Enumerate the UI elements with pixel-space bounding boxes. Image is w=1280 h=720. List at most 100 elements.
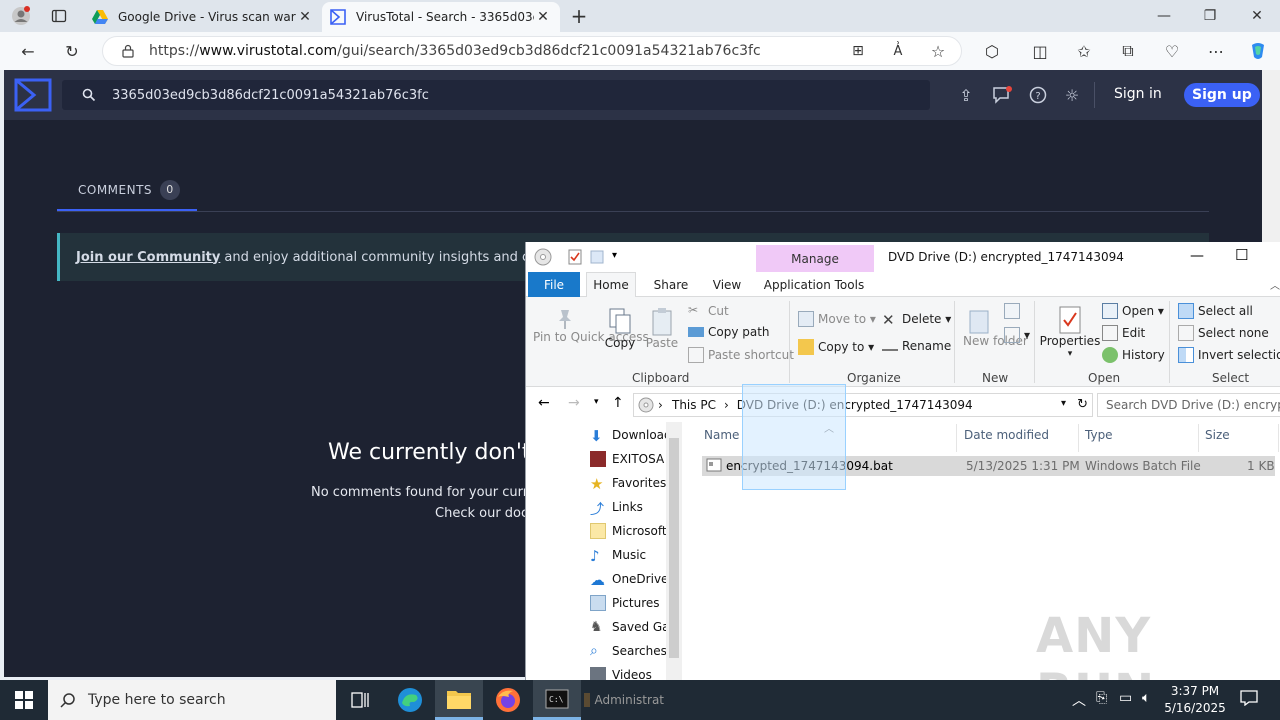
- back-icon[interactable]: ←: [538, 395, 550, 411]
- tab-home[interactable]: Home: [586, 272, 636, 297]
- copy-button[interactable]: Copy: [602, 307, 638, 350]
- apps-icon[interactable]: ⊞: [844, 38, 872, 64]
- refresh-icon[interactable]: ↻: [1077, 397, 1088, 412]
- select-none-button[interactable]: Select none: [1178, 325, 1269, 341]
- sign-up-button[interactable]: Sign up: [1184, 83, 1260, 107]
- explorer-address-bar[interactable]: › This PC › DVD Drive (D:) encrypted_174…: [633, 393, 1093, 417]
- paste-shortcut-button[interactable]: Paste shortcut: [688, 347, 794, 363]
- network-icon[interactable]: ▭: [1119, 690, 1132, 706]
- extensions-icon[interactable]: ⬡: [978, 38, 1006, 64]
- column-divider[interactable]: [1198, 424, 1199, 452]
- taskbar-cmd[interactable]: C:\: [533, 680, 581, 720]
- favorite-star-icon[interactable]: ☆: [924, 38, 952, 64]
- close-window-icon[interactable]: ✕: [1234, 0, 1280, 32]
- properties-quick-icon[interactable]: [568, 249, 582, 265]
- nav-label: Links: [612, 500, 643, 514]
- copilot-icon[interactable]: [1244, 38, 1272, 64]
- taskbar-search-input[interactable]: Type here to search: [48, 680, 336, 720]
- move-to-button[interactable]: Move to ▾: [798, 311, 876, 327]
- breadcrumb-this-pc[interactable]: This PC: [672, 398, 716, 412]
- tab-share[interactable]: Share: [646, 272, 696, 297]
- vt-search-input[interactable]: 3365d03ed9cb3d86dcf21c0091a54321ab76c3fc: [62, 80, 930, 110]
- copy-path-button[interactable]: Copy path: [688, 325, 770, 339]
- volume-icon[interactable]: 🔈︎: [1142, 690, 1150, 706]
- customize-toolbar-icon[interactable]: ▾: [612, 250, 617, 261]
- column-date-modified[interactable]: Date modified: [964, 428, 1049, 442]
- tab-view[interactable]: View: [702, 272, 752, 297]
- back-icon[interactable]: ←: [14, 38, 42, 64]
- collapse-ribbon-icon[interactable]: ︿: [1270, 277, 1280, 292]
- taskbar-edge[interactable]: [386, 680, 434, 720]
- start-button[interactable]: [0, 680, 48, 720]
- paste-button[interactable]: Paste: [644, 307, 680, 350]
- move-to-label: Move to: [818, 312, 867, 326]
- tab-file[interactable]: File: [528, 272, 580, 297]
- address-bar[interactable]: https://www.virustotal.com/gui/search/33…: [102, 36, 962, 66]
- tab-virustotal[interactable]: VirusTotal - Search - 3365d03ed9cb3d86dc…: [322, 2, 560, 32]
- group-divider: [1034, 301, 1035, 383]
- pin-to-quick-access-button[interactable]: Pin to Quick access: [532, 307, 649, 344]
- read-aloud-icon[interactable]: A͗: [884, 38, 912, 64]
- rename-button[interactable]: Rename: [882, 339, 951, 353]
- select-all-button[interactable]: Select all: [1178, 303, 1253, 319]
- task-view-button[interactable]: [336, 680, 384, 720]
- minimize-icon[interactable]: —: [1190, 248, 1204, 264]
- virustotal-logo-icon[interactable]: [14, 78, 52, 112]
- column-type[interactable]: Type: [1085, 428, 1113, 442]
- minimize-icon[interactable]: —: [1141, 0, 1187, 32]
- up-icon[interactable]: ↑: [612, 395, 624, 411]
- split-screen-icon[interactable]: ◫: [1026, 38, 1054, 64]
- tab-actions-icon[interactable]: [46, 4, 72, 28]
- close-tab-icon[interactable]: ✕: [296, 9, 314, 25]
- cut-button[interactable]: ✂ Cut: [688, 303, 729, 319]
- profile-icon[interactable]: [8, 4, 34, 28]
- collections-icon[interactable]: ⧉: [1114, 38, 1142, 64]
- join-community-link[interactable]: Join our Community: [76, 250, 220, 265]
- usb-device-icon[interactable]: ⎘: [1096, 690, 1107, 706]
- edit-button[interactable]: Edit: [1102, 325, 1145, 341]
- theme-toggle-icon[interactable]: ☼: [1060, 83, 1084, 107]
- recent-locations-icon[interactable]: ▾: [594, 397, 599, 407]
- column-size[interactable]: Size: [1205, 428, 1230, 442]
- taskbar-file-explorer[interactable]: [435, 680, 483, 720]
- close-tab-icon[interactable]: ✕: [534, 9, 552, 25]
- new-tab-icon[interactable]: +: [566, 4, 592, 28]
- open-button[interactable]: Open ▾: [1102, 303, 1164, 319]
- delete-button[interactable]: ✕ Delete ▾: [882, 311, 951, 329]
- copy-to-button[interactable]: Copy to ▾: [798, 339, 874, 355]
- notifications-icon[interactable]: [990, 83, 1014, 107]
- chevron-down-icon[interactable]: ▾: [1061, 398, 1066, 409]
- refresh-icon[interactable]: ↻: [58, 38, 86, 64]
- taskbar-firefox[interactable]: [484, 680, 532, 720]
- notifications-icon[interactable]: [1240, 690, 1258, 710]
- column-divider[interactable]: [956, 424, 957, 452]
- favorites-icon[interactable]: ✩: [1070, 38, 1098, 64]
- restore-icon[interactable]: ❐: [1187, 0, 1233, 32]
- tab-google-drive[interactable]: Google Drive - Virus scan warning ✕: [84, 2, 322, 32]
- column-divider[interactable]: [1278, 424, 1279, 452]
- tab-application-tools[interactable]: Application Tools: [762, 272, 866, 297]
- forward-icon[interactable]: →: [568, 395, 580, 411]
- sign-in-link[interactable]: Sign in: [1114, 86, 1162, 102]
- help-icon[interactable]: ?: [1026, 83, 1050, 107]
- more-icon[interactable]: ⋯: [1202, 38, 1230, 64]
- history-button[interactable]: History: [1102, 347, 1165, 363]
- nav-scroll-thumb[interactable]: [669, 438, 679, 658]
- properties-button[interactable]: Properties ▾: [1040, 305, 1100, 361]
- browser-essentials-icon[interactable]: ♡: [1158, 38, 1186, 64]
- explorer-search-input[interactable]: Search DVD Drive (D:) encrypt...: [1097, 393, 1280, 417]
- upload-icon[interactable]: ⇪: [954, 83, 978, 107]
- new-item-icon[interactable]: [1004, 303, 1024, 319]
- column-name[interactable]: Name: [704, 428, 739, 442]
- column-divider[interactable]: [1078, 424, 1079, 452]
- manage-tab[interactable]: Manage: [756, 245, 874, 272]
- tab-comments[interactable]: COMMENTS 0: [57, 170, 197, 211]
- new-folder-quick-icon[interactable]: [590, 250, 604, 264]
- maximize-icon[interactable]: ☐: [1235, 246, 1248, 264]
- show-hidden-icons-icon[interactable]: ︿: [1072, 690, 1086, 710]
- taskbar-clock[interactable]: 3:37 PM 5/16/2025: [1162, 683, 1228, 717]
- dvd-drive-icon: [638, 397, 654, 413]
- invert-selection-button[interactable]: Invert selection: [1178, 347, 1280, 363]
- new-folder-button[interactable]: New folder: [962, 307, 1028, 348]
- easy-access-icon[interactable]: ▾: [1004, 327, 1030, 343]
